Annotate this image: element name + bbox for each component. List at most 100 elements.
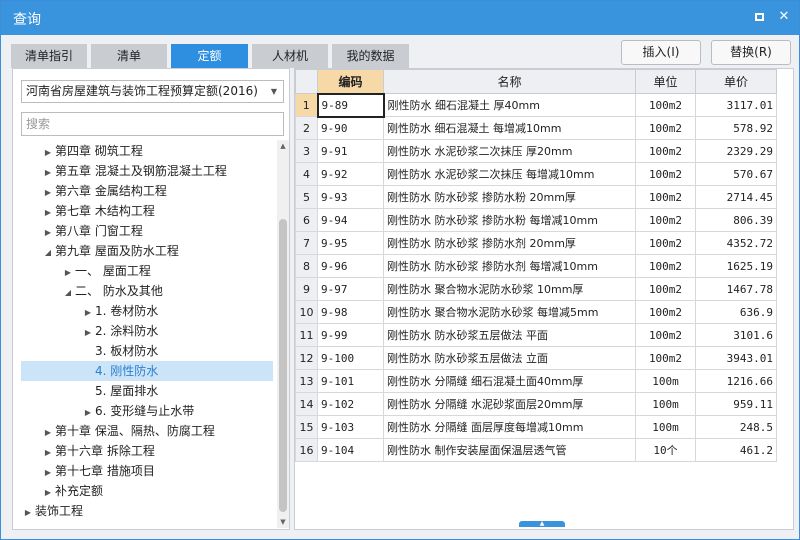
code-cell[interactable]: 9-96 [317, 254, 384, 278]
unit-cell[interactable]: 100m2 [635, 277, 696, 301]
price-cell[interactable]: 959.11 [695, 392, 777, 416]
table-row[interactable]: 5 9-93 刚性防水 防水砂浆 掺防水粉 20mm厚 100m2 2714.45 [295, 185, 777, 209]
price-cell[interactable]: 3101.6 [695, 323, 777, 347]
code-cell[interactable]: 9-104 [317, 438, 384, 462]
code-cell[interactable]: 9-99 [317, 323, 384, 347]
code-cell[interactable]: 9-95 [317, 231, 384, 255]
code-cell[interactable]: 9-93 [317, 185, 384, 209]
table-row[interactable]: 7 9-95 刚性防水 防水砂浆 掺防水剂 20mm厚 100m2 4352.72 [295, 231, 777, 255]
table-row[interactable]: 1 9-89 刚性防水 细石混凝土 厚40mm 100m2 3117.01 [295, 92, 777, 118]
price-cell[interactable]: 1216.66 [695, 369, 777, 393]
name-cell[interactable]: 刚性防水 细石混凝土 厚40mm [383, 93, 636, 117]
unit-cell[interactable]: 100m2 [635, 116, 696, 140]
header-code[interactable]: 编码 [317, 69, 384, 94]
table-row[interactable]: 10 9-98 刚性防水 聚合物水泥防水砂浆 每增减5mm 100m2 636.9 [295, 300, 777, 324]
name-cell[interactable]: 刚性防水 聚合物水泥防水砂浆 每增减5mm [383, 300, 636, 324]
tree-item[interactable]: ▶ 6. 变形缝与止水带 [81, 401, 194, 421]
name-cell[interactable]: 刚性防水 分隔缝 细石混凝土面40mm厚 [383, 369, 636, 393]
name-cell[interactable]: 刚性防水 水泥砂浆二次抹压 每增减10mm [383, 162, 636, 186]
unit-cell[interactable]: 100m2 [635, 93, 696, 117]
title-bar[interactable]: 查询 ✕ [1, 1, 799, 35]
unit-cell[interactable]: 100m [635, 369, 696, 393]
unit-cell[interactable]: 100m2 [635, 185, 696, 209]
table-row[interactable]: 3 9-91 刚性防水 水泥砂浆二次抹压 厚20mm 100m2 2329.29 [295, 139, 777, 163]
table-row[interactable]: 14 9-102 刚性防水 分隔缝 水泥砂浆面层20mm厚 100m 959.11 [295, 392, 777, 416]
chevron-right-icon[interactable]: ▶ [81, 303, 95, 323]
unit-cell[interactable]: 100m2 [635, 323, 696, 347]
tree-item[interactable]: ▶ 第十七章 措施项目 [41, 461, 155, 481]
chevron-down-icon[interactable]: ◢ [41, 243, 55, 263]
tree-item[interactable]: ▶ 第四章 砌筑工程 [41, 141, 143, 161]
price-cell[interactable]: 806.39 [695, 208, 777, 232]
tab-list[interactable]: 清单 [91, 44, 167, 68]
tree-item[interactable]: ◢ 第九章 屋面及防水工程 [41, 241, 179, 261]
tree-item[interactable]: ▶ 一、 屋面工程 [61, 261, 151, 281]
unit-cell[interactable]: 100m [635, 415, 696, 439]
search-input[interactable]: 搜索 [21, 112, 284, 136]
code-cell[interactable]: 9-98 [317, 300, 384, 324]
chevron-right-icon[interactable]: ▶ [41, 163, 55, 183]
unit-cell[interactable]: 100m2 [635, 346, 696, 370]
tree-item[interactable]: ▶ 第八章 门窗工程 [41, 221, 143, 241]
table-row[interactable]: 15 9-103 刚性防水 分隔缝 面层厚度每增减10mm 100m 248.5 [295, 415, 777, 439]
name-cell[interactable]: 刚性防水 防水砂浆五层做法 立面 [383, 346, 636, 370]
code-cell[interactable]: 9-92 [317, 162, 384, 186]
price-cell[interactable]: 3943.01 [695, 346, 777, 370]
code-cell[interactable]: 9-91 [317, 139, 384, 163]
price-cell[interactable]: 3117.01 [695, 93, 777, 117]
tree-item[interactable]: ◢ 二、 防水及其他 [61, 281, 163, 301]
tree-scrollbar[interactable]: ▲ ▼ [277, 140, 289, 528]
tree-item[interactable]: ▶ 装饰工程 [21, 501, 83, 521]
unit-cell[interactable]: 100m2 [635, 162, 696, 186]
chevron-down-icon[interactable]: ◢ [61, 283, 75, 303]
chevron-right-icon[interactable]: ▶ [41, 143, 55, 163]
table-row[interactable]: 6 9-94 刚性防水 防水砂浆 掺防水粉 每增减10mm 100m2 806.39 [295, 208, 777, 232]
code-cell[interactable]: 9-89 [316, 92, 385, 118]
chevron-right-icon[interactable]: ▶ [61, 263, 75, 283]
price-cell[interactable]: 636.9 [695, 300, 777, 324]
price-cell[interactable]: 578.92 [695, 116, 777, 140]
tree-item[interactable]: ▶ 补充定额 [41, 481, 103, 501]
tree-item[interactable]: 5. 屋面排水 [81, 381, 158, 401]
restore-icon[interactable] [753, 10, 767, 24]
chevron-right-icon[interactable]: ▶ [81, 323, 95, 343]
unit-cell[interactable]: 100m2 [635, 300, 696, 324]
scroll-thumb[interactable] [279, 219, 287, 512]
name-cell[interactable]: 刚性防水 分隔缝 面层厚度每增减10mm [383, 415, 636, 439]
table-row[interactable]: 12 9-100 刚性防水 防水砂浆五层做法 立面 100m2 3943.01 [295, 346, 777, 370]
chevron-right-icon[interactable]: ▶ [41, 463, 55, 483]
unit-cell[interactable]: 100m [635, 392, 696, 416]
code-cell[interactable]: 9-94 [317, 208, 384, 232]
table-row[interactable]: 9 9-97 刚性防水 聚合物水泥防水砂浆 10mm厚 100m2 1467.78 [295, 277, 777, 301]
tree-item-selected[interactable]: 4. 刚性防水 [21, 361, 273, 381]
chevron-right-icon[interactable]: ▶ [41, 443, 55, 463]
price-cell[interactable]: 2714.45 [695, 185, 777, 209]
tab-my-data[interactable]: 我的数据 [332, 44, 409, 68]
header-name[interactable]: 名称 [383, 69, 636, 94]
name-cell[interactable]: 刚性防水 聚合物水泥防水砂浆 10mm厚 [383, 277, 636, 301]
chevron-right-icon[interactable]: ▶ [41, 183, 55, 203]
header-unit[interactable]: 单位 [635, 69, 696, 94]
code-cell[interactable]: 9-100 [317, 346, 384, 370]
name-cell[interactable]: 刚性防水 防水砂浆 掺防水剂 20mm厚 [383, 231, 636, 255]
unit-cell[interactable]: 100m2 [635, 254, 696, 278]
price-cell[interactable]: 248.5 [695, 415, 777, 439]
price-cell[interactable]: 461.2 [695, 438, 777, 462]
name-cell[interactable]: 刚性防水 细石混凝土 每增减10mm [383, 116, 636, 140]
code-cell[interactable]: 9-102 [317, 392, 384, 416]
chevron-right-icon[interactable]: ▶ [41, 203, 55, 223]
tab-quota[interactable]: 定额 [171, 44, 248, 68]
tree-item[interactable]: ▶ 2. 涂料防水 [81, 321, 158, 341]
code-cell[interactable]: 9-101 [317, 369, 384, 393]
unit-cell[interactable]: 100m2 [635, 208, 696, 232]
price-cell[interactable]: 570.67 [695, 162, 777, 186]
insert-button[interactable]: 插入(I) [621, 40, 701, 65]
name-cell[interactable]: 刚性防水 水泥砂浆二次抹压 厚20mm [383, 139, 636, 163]
tab-list-guide[interactable]: 清单指引 [11, 44, 87, 68]
table-row[interactable]: 16 9-104 刚性防水 制作安装屋面保温层透气管 10个 461.2 [295, 438, 777, 462]
unit-cell[interactable]: 10个 [635, 438, 696, 462]
price-cell[interactable]: 4352.72 [695, 231, 777, 255]
chevron-right-icon[interactable]: ▶ [41, 423, 55, 443]
price-cell[interactable]: 1467.78 [695, 277, 777, 301]
name-cell[interactable]: 刚性防水 分隔缝 水泥砂浆面层20mm厚 [383, 392, 636, 416]
